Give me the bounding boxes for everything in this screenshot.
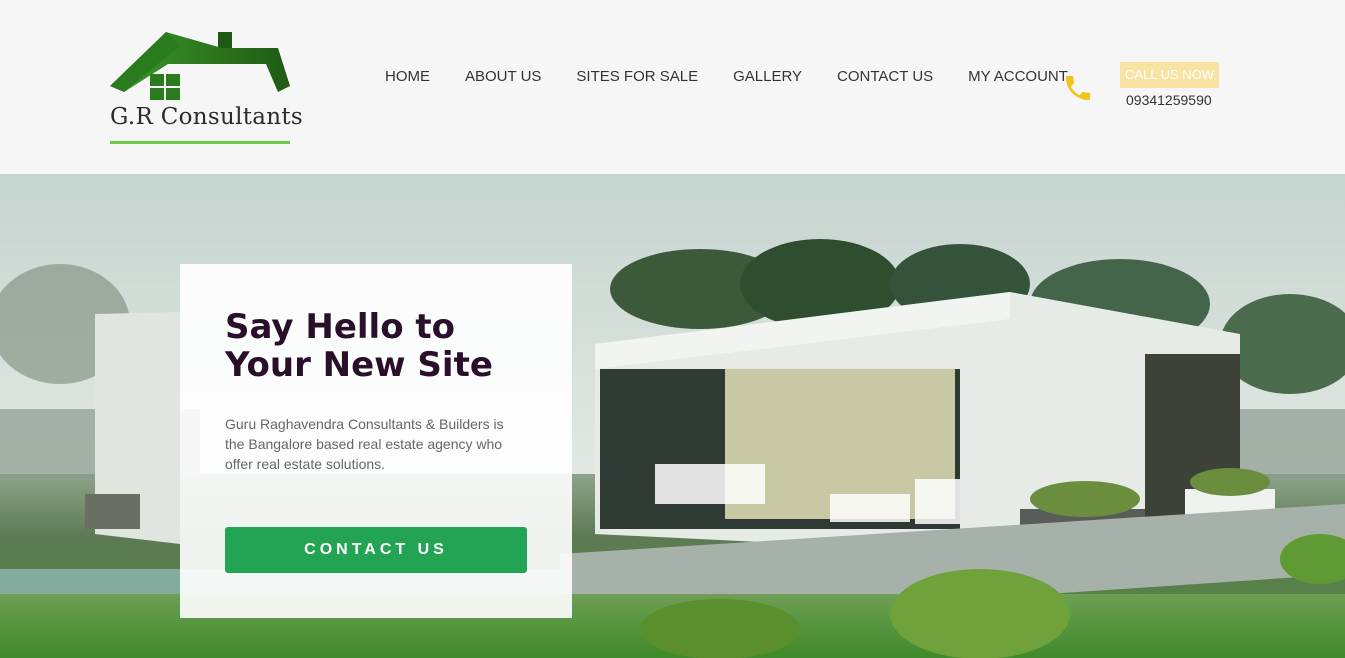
phone-icon	[1062, 72, 1094, 104]
logo-text: G.R Consultants	[110, 104, 304, 130]
nav-home[interactable]: HOME	[385, 68, 430, 86]
nav-contact-us[interactable]: CONTACT US	[837, 68, 933, 86]
nav-gallery[interactable]: GALLERY	[733, 68, 802, 86]
logo-underline	[110, 141, 290, 144]
site-logo[interactable]: G.R Consultants	[108, 30, 303, 146]
hero-title: Say Hello to Your New Site	[225, 307, 493, 385]
hero-description: Guru Raghavendra Consultants & Builders …	[225, 416, 504, 472]
call-us-now-badge[interactable]: CALL US NOW	[1120, 62, 1219, 88]
main-nav: HOME ABOUT US SITES FOR SALE GALLERY CON…	[385, 68, 1103, 86]
house-roof-icon	[110, 32, 290, 100]
nav-about-us[interactable]: ABOUT US	[465, 68, 541, 86]
site-header: G.R Consultants HOME ABOUT US SITES FOR …	[0, 0, 1345, 174]
contact-us-button[interactable]: CONTACT US	[225, 527, 527, 573]
phone-number[interactable]: 09341259590	[1126, 92, 1212, 108]
nav-my-account[interactable]: MY ACCOUNT	[968, 68, 1068, 86]
hero-card: Say Hello to Your New Site Guru Raghaven…	[180, 264, 572, 618]
nav-sites-for-sale[interactable]: SITES FOR SALE	[576, 68, 698, 86]
hero-section: Say Hello to Your New Site Guru Raghaven…	[0, 174, 1345, 658]
